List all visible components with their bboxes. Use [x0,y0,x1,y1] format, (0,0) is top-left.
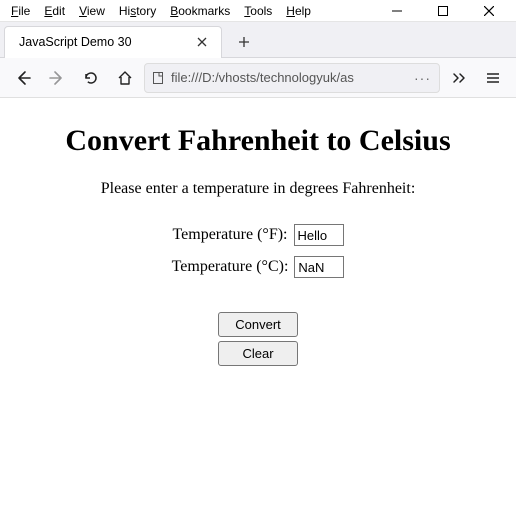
menu-view[interactable]: View [72,2,112,20]
page-icon [151,71,165,85]
new-tab-button[interactable] [230,28,258,56]
menu-help[interactable]: Help [279,2,318,20]
window-maximize-button[interactable] [420,0,466,22]
page-content: Convert Fahrenheit to Celsius Please ent… [0,98,516,380]
arrow-left-icon [15,70,31,86]
convert-button[interactable]: Convert [218,312,298,337]
button-group: Convert Clear [20,312,496,366]
app-menu-button[interactable] [478,63,508,93]
back-button[interactable] [8,63,38,93]
reload-button[interactable] [76,63,106,93]
field-celsius: Temperature (°C): [20,256,496,278]
label-celsius: Temperature (°C): [172,258,289,276]
overflow-chevrons-button[interactable] [444,63,474,93]
page-heading: Convert Fahrenheit to Celsius [20,124,496,158]
browser-menubar: File Edit View History Bookmarks Tools H… [0,0,516,22]
close-icon [197,37,207,47]
window-controls [374,0,512,22]
forward-button[interactable] [42,63,72,93]
tab-close-button[interactable] [193,33,211,51]
url-bar[interactable]: file:///D:/vhosts/technologyuk/as ··· [144,63,440,93]
input-celsius[interactable] [294,256,344,278]
tab-bar: JavaScript Demo 30 [0,22,516,58]
reload-icon [83,70,99,86]
menu-tools[interactable]: Tools [237,2,279,20]
url-text: file:///D:/vhosts/technologyuk/as [171,70,406,85]
window-minimize-button[interactable] [374,0,420,22]
label-fahrenheit: Temperature (°F): [172,226,287,244]
tab-active[interactable]: JavaScript Demo 30 [4,26,222,58]
clear-button[interactable]: Clear [218,341,298,366]
arrow-right-icon [49,70,65,86]
tab-title: JavaScript Demo 30 [19,35,187,49]
plus-icon [238,36,250,48]
menu-file[interactable]: File [4,2,37,20]
menu-edit[interactable]: Edit [37,2,72,20]
page-prompt: Please enter a temperature in degrees Fa… [20,180,496,198]
maximize-icon [438,6,448,16]
input-fahrenheit[interactable] [294,224,344,246]
home-icon [117,70,133,86]
close-icon [484,6,494,16]
nav-toolbar: file:///D:/vhosts/technologyuk/as ··· [0,58,516,98]
menu-history[interactable]: History [112,2,163,20]
hamburger-icon [485,70,501,86]
window-close-button[interactable] [466,0,512,22]
chevrons-right-icon [451,70,467,86]
home-button[interactable] [110,63,140,93]
menu-bookmarks[interactable]: Bookmarks [163,2,237,20]
minimize-icon [392,6,402,16]
url-overflow-icon[interactable]: ··· [412,70,433,86]
field-fahrenheit: Temperature (°F): [20,224,496,246]
